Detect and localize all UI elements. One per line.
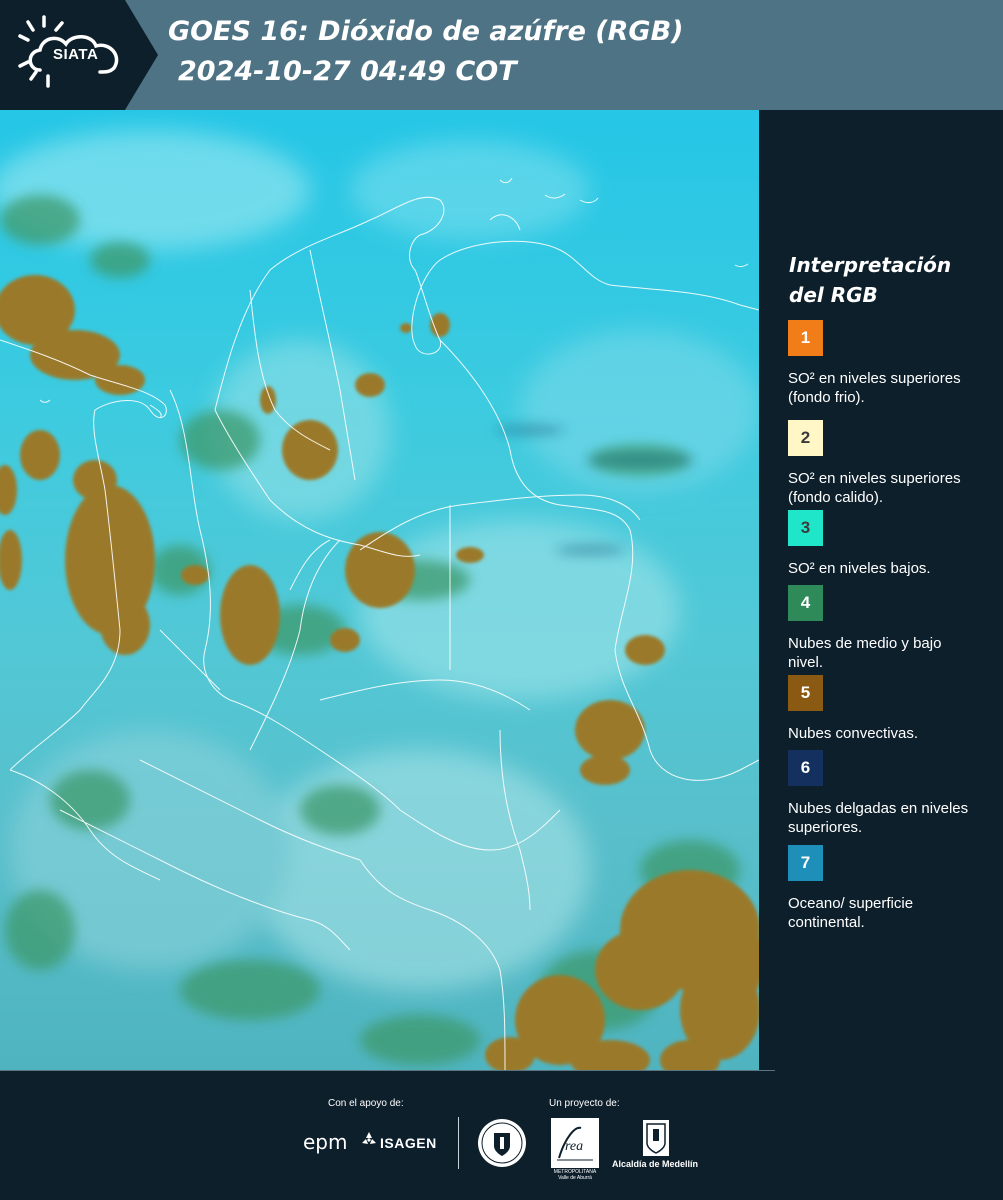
logo-divider [458,1117,459,1169]
legend-panel: Interpretación del RGB 1 SO² en niveles s… [759,110,1003,1070]
epm-logo: epm [303,1130,348,1154]
support-label: Con el apoyo de: [328,1098,404,1109]
legend-label: Oceano/ superficie continental. [788,895,914,931]
isagen-logo: ISAGEN [380,1135,437,1151]
area-metropolitana-logo: rea [551,1118,599,1168]
isagen-mark-icon [362,1132,376,1144]
legend-label: Nubes de medio y bajo nivel. [788,635,942,671]
header-bar: SIATA GOES 16: Dióxido de azúfre (RGB) 2… [0,0,1003,110]
alcaldia-text: Alcaldía de Medellín [612,1159,699,1169]
svg-text:rea: rea [565,1139,583,1154]
project-label: Un proyecto de: [549,1098,620,1109]
timestamp: 2024-10-27 04:49 COT [178,56,517,87]
legend-title-line1: Interpretación [789,253,952,277]
legend-swatch: 6 [788,750,823,786]
area-metropolitana-text: METROPOLITANA Valle de Aburrá [553,1169,597,1181]
logo-text: SIATA [53,46,99,63]
legend-swatch: 1 [788,320,823,356]
legend-title-line2: del RGB [789,283,878,307]
legend-label: SO² en niveles superiores (fondo calido)… [788,470,961,506]
legend-swatch: 4 [788,585,823,621]
legend-label: Nubes convectivas. [788,725,919,742]
medellin-seal-icon [478,1119,526,1167]
legend-swatch: 7 [788,845,823,881]
page-title: GOES 16: Dióxido de azúfre (RGB) [168,16,684,47]
legend-label: SO² en niveles bajos. [788,560,931,577]
alcaldia-shield-icon [643,1120,669,1156]
legend-label: Nubes delgadas en niveles superiores. [788,800,969,836]
legend-swatch: 5 [788,675,823,711]
legend-title: Interpretación del RGB [789,250,951,310]
legend-label: SO² en niveles superiores (fondo frio). [788,370,961,406]
footer: Con el apoyo de: Un proyecto de: epm ISA… [0,1070,1003,1200]
legend-swatch: 2 [788,420,823,456]
siata-logo: SIATA [0,0,158,110]
legend-swatch: 3 [788,510,823,546]
satellite-map [0,110,759,1070]
footer-divider-line [0,1070,775,1071]
